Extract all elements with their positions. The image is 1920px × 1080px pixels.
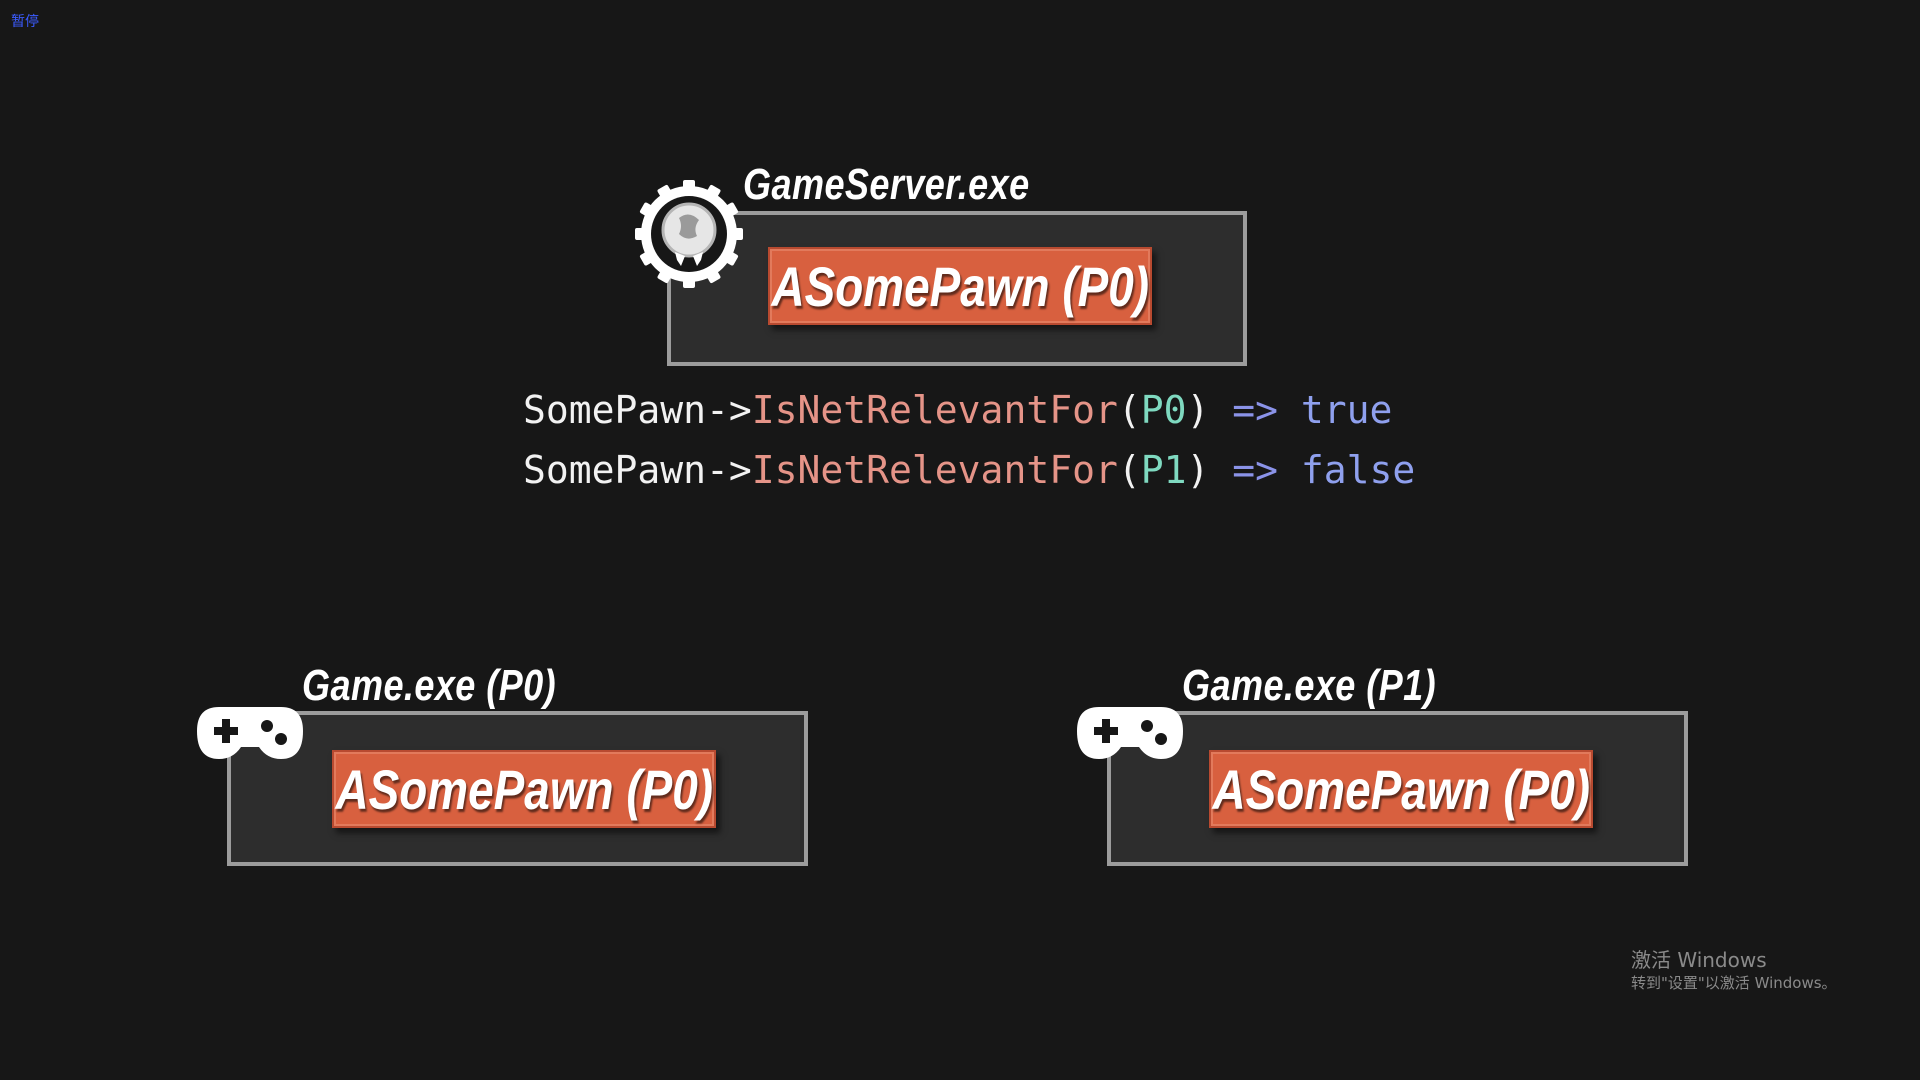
code-object: SomePawn-> bbox=[523, 388, 752, 432]
server-gear-icon bbox=[633, 178, 745, 290]
code-paren: ) bbox=[1186, 388, 1210, 432]
code-object: SomePawn-> bbox=[523, 448, 752, 492]
code-line-2: SomePawn->IsNetRelevantFor(P1) => false bbox=[523, 448, 1415, 492]
code-arrow: => bbox=[1209, 448, 1301, 492]
client-p0-pawn-label: ASomePawn (P0) bbox=[335, 757, 713, 821]
code-paren: ( bbox=[1117, 448, 1141, 492]
server-pawn-label: ASomePawn (P0) bbox=[771, 254, 1149, 318]
gamepad-icon bbox=[1075, 703, 1185, 763]
activation-watermark-title: 激活 Windows bbox=[1631, 948, 1767, 972]
client-p0-pawn: ASomePawn (P0) bbox=[332, 750, 716, 828]
code-paren: ( bbox=[1117, 388, 1141, 432]
activation-watermark-subtitle: 转到"设置"以激活 Windows。 bbox=[1631, 974, 1837, 992]
code-result: false bbox=[1300, 448, 1416, 492]
code-argument: P1 bbox=[1140, 448, 1187, 492]
code-result: true bbox=[1300, 388, 1393, 432]
client-p0-title: Game.exe (P0) bbox=[302, 661, 557, 710]
code-arrow: => bbox=[1209, 388, 1301, 432]
code-argument: P0 bbox=[1140, 388, 1187, 432]
code-function: IsNetRelevantFor bbox=[751, 388, 1118, 432]
server-pawn: ASomePawn (P0) bbox=[768, 247, 1152, 325]
code-function: IsNetRelevantFor bbox=[751, 448, 1118, 492]
client-p1-pawn: ASomePawn (P0) bbox=[1209, 750, 1593, 828]
server-title: GameServer.exe bbox=[743, 160, 1030, 209]
pause-indicator: 暂停 bbox=[11, 14, 39, 30]
gamepad-icon bbox=[195, 703, 305, 763]
code-paren: ) bbox=[1186, 448, 1210, 492]
client-p1-pawn-label: ASomePawn (P0) bbox=[1212, 757, 1590, 821]
code-line-1: SomePawn->IsNetRelevantFor(P0) => true bbox=[523, 388, 1392, 432]
client-p1-title: Game.exe (P1) bbox=[1182, 661, 1437, 710]
